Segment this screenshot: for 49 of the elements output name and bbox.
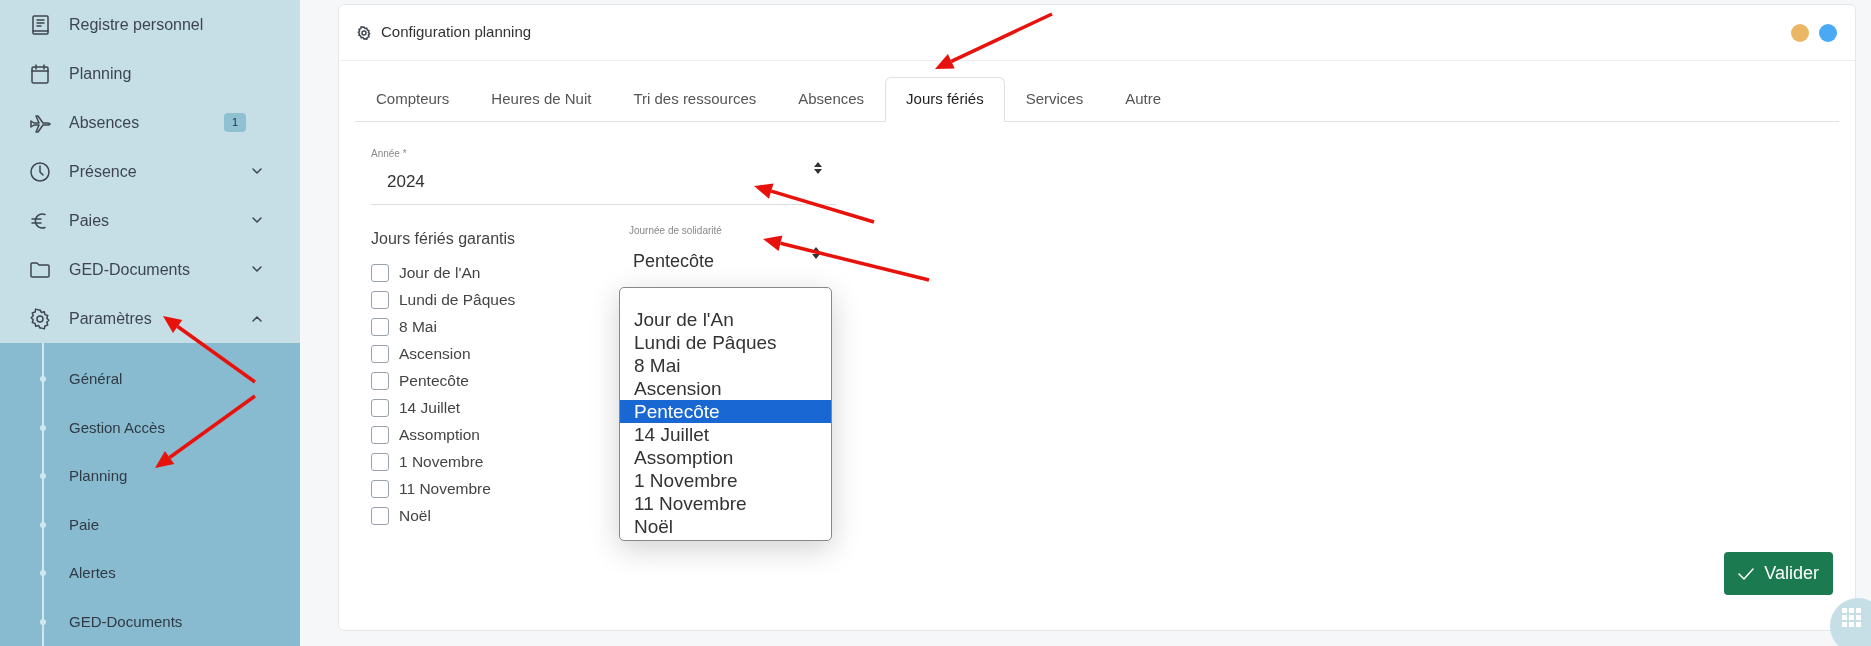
settings-icon (357, 25, 371, 40)
checkbox[interactable] (371, 398, 389, 417)
checkbox-option[interactable]: Jour de l'An (371, 259, 629, 286)
field-label: Journée de solidarité (629, 224, 723, 238)
sidebar-item[interactable]: Registre personnel (0, 0, 300, 49)
tab[interactable]: Jours fériés (885, 77, 1005, 122)
checkbox[interactable] (371, 317, 389, 336)
checkbox[interactable] (371, 506, 389, 525)
card-title: Configuration planning (381, 22, 532, 43)
checkbox[interactable] (371, 371, 389, 390)
checkbox[interactable] (371, 344, 389, 363)
sort-arrows-icon (814, 161, 822, 174)
clock-icon (29, 160, 51, 183)
tab[interactable]: Heures de Nuit (470, 77, 613, 122)
grid-icon (1842, 608, 1861, 627)
checkbox[interactable] (371, 425, 389, 444)
sidebar-item[interactable]: Planning (0, 49, 300, 98)
submenu-item[interactable]: Gestion Accès (0, 403, 300, 452)
checkbox[interactable] (371, 452, 389, 471)
section-title: Jours fériés garantis (371, 229, 517, 249)
submenu-item[interactable]: Planning (0, 452, 300, 501)
sidebar-item[interactable]: Absences 1 (0, 98, 300, 147)
checkbox[interactable] (371, 290, 389, 309)
tab[interactable]: Services (1004, 77, 1105, 122)
check-icon (1738, 566, 1755, 581)
submenu-item[interactable]: Général (0, 355, 300, 404)
checkbox[interactable] (371, 479, 389, 498)
tab[interactable]: Autre (1104, 77, 1183, 122)
count-badge: 1 (223, 113, 246, 132)
sidebar-item[interactable]: Paramètres (0, 294, 300, 343)
sidebar-item[interactable]: Présence (0, 147, 300, 196)
sidebar-item[interactable]: Paies (0, 196, 300, 245)
submit-button[interactable]: Valider (1724, 552, 1833, 595)
sort-arrows-icon (812, 247, 820, 259)
gear-icon (29, 307, 51, 330)
submenu-item[interactable]: Paie (0, 500, 300, 549)
checkbox[interactable] (371, 263, 389, 282)
submenu-item[interactable]: Alertes (0, 549, 300, 598)
tab[interactable]: Tri des ressources (612, 77, 778, 122)
calendar-icon (29, 62, 51, 85)
field-value: Pentecôte (632, 250, 715, 273)
tab[interactable]: Absences (777, 77, 886, 122)
submenu-item[interactable]: GED-Documents (0, 597, 300, 646)
sidebar-item[interactable]: GED-Documents (0, 245, 300, 294)
field-label: Année * (371, 146, 408, 161)
book-icon (29, 13, 51, 36)
tab[interactable]: Compteurs (355, 77, 471, 122)
field-value: 2024 (386, 170, 425, 193)
dropdown-option[interactable]: Pentecôte (620, 400, 831, 423)
